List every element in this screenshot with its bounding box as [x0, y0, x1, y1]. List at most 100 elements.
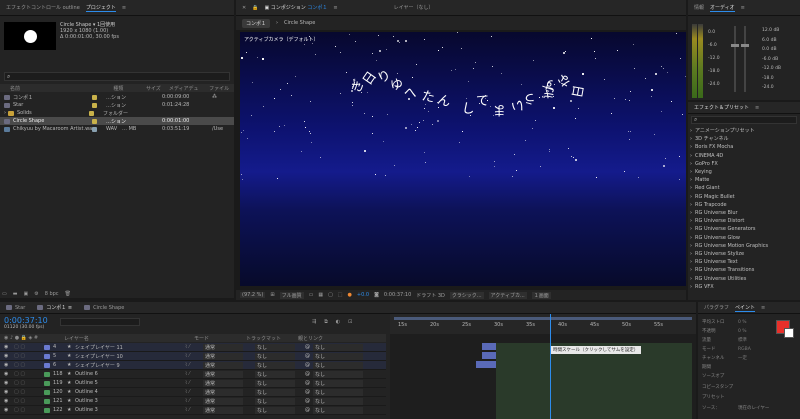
- pickwhip-icon[interactable]: @: [305, 362, 310, 368]
- bpc-label[interactable]: 8 bpc: [45, 291, 59, 297]
- effects-category[interactable]: › Matte: [690, 176, 798, 184]
- list-item[interactable]: コンポ１ …ション 0:00:09:00 ⁂: [0, 93, 234, 101]
- effects-category[interactable]: › RG Universe Stylize: [690, 250, 798, 258]
- expand-icon[interactable]: ›: [690, 136, 692, 142]
- expand-icon[interactable]: ›: [690, 169, 692, 175]
- tab-project[interactable]: プロジェクト: [85, 4, 116, 12]
- expand-icon[interactable]: ›: [690, 276, 692, 282]
- timeline-search-input[interactable]: [60, 318, 140, 326]
- volume-slider-right[interactable]: [741, 26, 749, 92]
- layer-row[interactable]: ◉ ▢ ▢ 122 ★ Outline 3 ⌇ ⁄ 通常 なし @ なし: [0, 406, 386, 415]
- effects-category[interactable]: › GoPro FX: [690, 160, 798, 168]
- comp-flow-icon[interactable]: ⇶: [312, 319, 316, 325]
- visibility-icon[interactable]: ◉: [4, 344, 14, 350]
- label-color-icon[interactable]: [44, 344, 50, 350]
- pickwhip-icon[interactable]: @: [305, 353, 310, 359]
- parent-dropdown[interactable]: なし: [313, 388, 363, 396]
- camera-icon[interactable]: ◙: [374, 292, 379, 298]
- color-icon[interactable]: ●: [348, 292, 352, 298]
- effects-category[interactable]: › Keying: [690, 168, 798, 176]
- expand-icon[interactable]: ›: [690, 153, 692, 159]
- trkmat-dropdown[interactable]: なし: [255, 361, 295, 369]
- tab-layer[interactable]: レイヤー（なし）: [394, 4, 434, 11]
- effects-category[interactable]: › アニメーションプリセット: [690, 127, 798, 135]
- expand-icon[interactable]: ›: [690, 128, 692, 134]
- list-item-selected[interactable]: Circle Shape …ション 0:00:01:00: [0, 117, 234, 125]
- expand-icon[interactable]: ›: [690, 243, 692, 249]
- effects-category[interactable]: › RG Universe Utilities: [690, 275, 798, 283]
- close-icon[interactable]: ✕: [242, 5, 246, 11]
- label-color-icon[interactable]: [44, 380, 50, 386]
- work-area-bar[interactable]: [394, 317, 692, 320]
- time-ruler[interactable]: 15s 20s 25s 30s 35s 40s 45s 50s 55s: [390, 314, 696, 334]
- playhead[interactable]: [550, 314, 551, 419]
- tab-info[interactable]: 情報: [694, 4, 704, 11]
- tab-star[interactable]: Star: [6, 304, 25, 311]
- label-color-icon[interactable]: [44, 371, 50, 377]
- effects-category[interactable]: › RG Universe Motion Graphics: [690, 242, 798, 250]
- label-color-icon[interactable]: [44, 398, 50, 404]
- col-parent[interactable]: 親とリンク: [298, 335, 323, 342]
- layer-bar[interactable]: [482, 343, 496, 350]
- effects-category[interactable]: › RG Universe Distort: [690, 217, 798, 225]
- trkmat-dropdown[interactable]: なし: [255, 370, 295, 378]
- timeline-timecode[interactable]: 0:00:37:10: [4, 316, 48, 325]
- transparency-icon[interactable]: ▦: [318, 292, 323, 298]
- effects-category[interactable]: › RG Universe Transitions: [690, 266, 798, 274]
- effects-category[interactable]: › RG Universe Generators: [690, 225, 798, 233]
- trkmat-dropdown[interactable]: なし: [255, 388, 295, 396]
- visibility-icon[interactable]: ◉: [4, 389, 14, 395]
- col-file[interactable]: ファイル: [209, 85, 234, 92]
- timecode[interactable]: 0:00:37:10: [384, 292, 411, 298]
- tab-paint[interactable]: ペイント: [735, 304, 756, 312]
- col-trkmat[interactable]: トラックマット: [246, 335, 298, 342]
- parent-dropdown[interactable]: なし: [313, 397, 363, 405]
- mode-dropdown[interactable]: 通常: [203, 406, 243, 414]
- panel-menu-icon[interactable]: ≡: [761, 305, 765, 311]
- panel-menu-icon[interactable]: ≡: [741, 5, 745, 11]
- pickwhip-icon[interactable]: @: [305, 371, 310, 377]
- folder-new-icon[interactable]: ▬: [13, 291, 18, 297]
- effects-category[interactable]: › RG Universe Text: [690, 258, 798, 266]
- mask-icon[interactable]: ▢: [328, 292, 333, 298]
- tab-effect-controls[interactable]: エフェクトコントロール outline: [6, 4, 80, 11]
- expand-icon[interactable]: ›: [690, 202, 692, 208]
- expand-icon[interactable]: ›: [690, 218, 692, 224]
- col-name[interactable]: 名前: [10, 85, 113, 92]
- effects-category[interactable]: › Boris FX Mocha: [690, 143, 798, 151]
- expand-icon[interactable]: ›: [690, 259, 692, 265]
- renderer-dropdown[interactable]: クラシック...: [449, 291, 484, 299]
- effects-search-input[interactable]: ⌕: [691, 116, 797, 124]
- trkmat-dropdown[interactable]: なし: [255, 343, 295, 351]
- label-color-icon[interactable]: [44, 353, 50, 359]
- motion-blur-icon[interactable]: ◐: [336, 319, 340, 325]
- source-dropdown[interactable]: 現在のレイヤー: [738, 405, 769, 411]
- layer-bar[interactable]: [482, 352, 496, 359]
- expand-icon[interactable]: ›: [690, 185, 692, 191]
- expand-icon[interactable]: ›: [690, 161, 692, 167]
- visibility-icon[interactable]: ◉: [4, 380, 14, 386]
- layer-row[interactable]: ◉ ▢ ▢ 121 ★ Outline 3 ⌇ ⁄ 通常 なし @ なし: [0, 397, 386, 406]
- expand-icon[interactable]: ›: [690, 144, 692, 150]
- visibility-icon[interactable]: ◉: [4, 353, 14, 359]
- mode-dropdown[interactable]: 通常: [203, 343, 243, 351]
- expand-icon[interactable]: ›: [690, 177, 692, 183]
- parent-dropdown[interactable]: なし: [313, 352, 363, 360]
- mode-dropdown[interactable]: 通常: [203, 361, 243, 369]
- expand-icon[interactable]: ›: [690, 284, 692, 290]
- layer-row[interactable]: ◉ ▢ ▢ 4 ★ シェイプレイヤー 11 ⌇ ⁄ 通常 なし @ なし: [0, 343, 386, 352]
- effects-category[interactable]: › RG Magic Bullet: [690, 193, 798, 201]
- effects-category[interactable]: › RG Trapcode: [690, 201, 798, 209]
- visibility-icon[interactable]: ◉: [4, 371, 14, 377]
- trkmat-dropdown[interactable]: なし: [255, 379, 295, 387]
- pickwhip-icon[interactable]: @: [305, 344, 310, 350]
- new-comp-icon[interactable]: ▣: [23, 291, 28, 297]
- project-search-input[interactable]: ⌕: [4, 72, 230, 81]
- camera-dropdown[interactable]: アクティブカ...: [488, 291, 527, 299]
- label-color-icon[interactable]: [44, 407, 50, 413]
- col-size[interactable]: サイズ: [146, 85, 169, 92]
- label-color-icon[interactable]: [44, 362, 50, 368]
- tab-audio[interactable]: オーディオ: [710, 4, 735, 12]
- col-mode[interactable]: モード: [194, 335, 246, 342]
- trkmat-dropdown[interactable]: なし: [255, 352, 295, 360]
